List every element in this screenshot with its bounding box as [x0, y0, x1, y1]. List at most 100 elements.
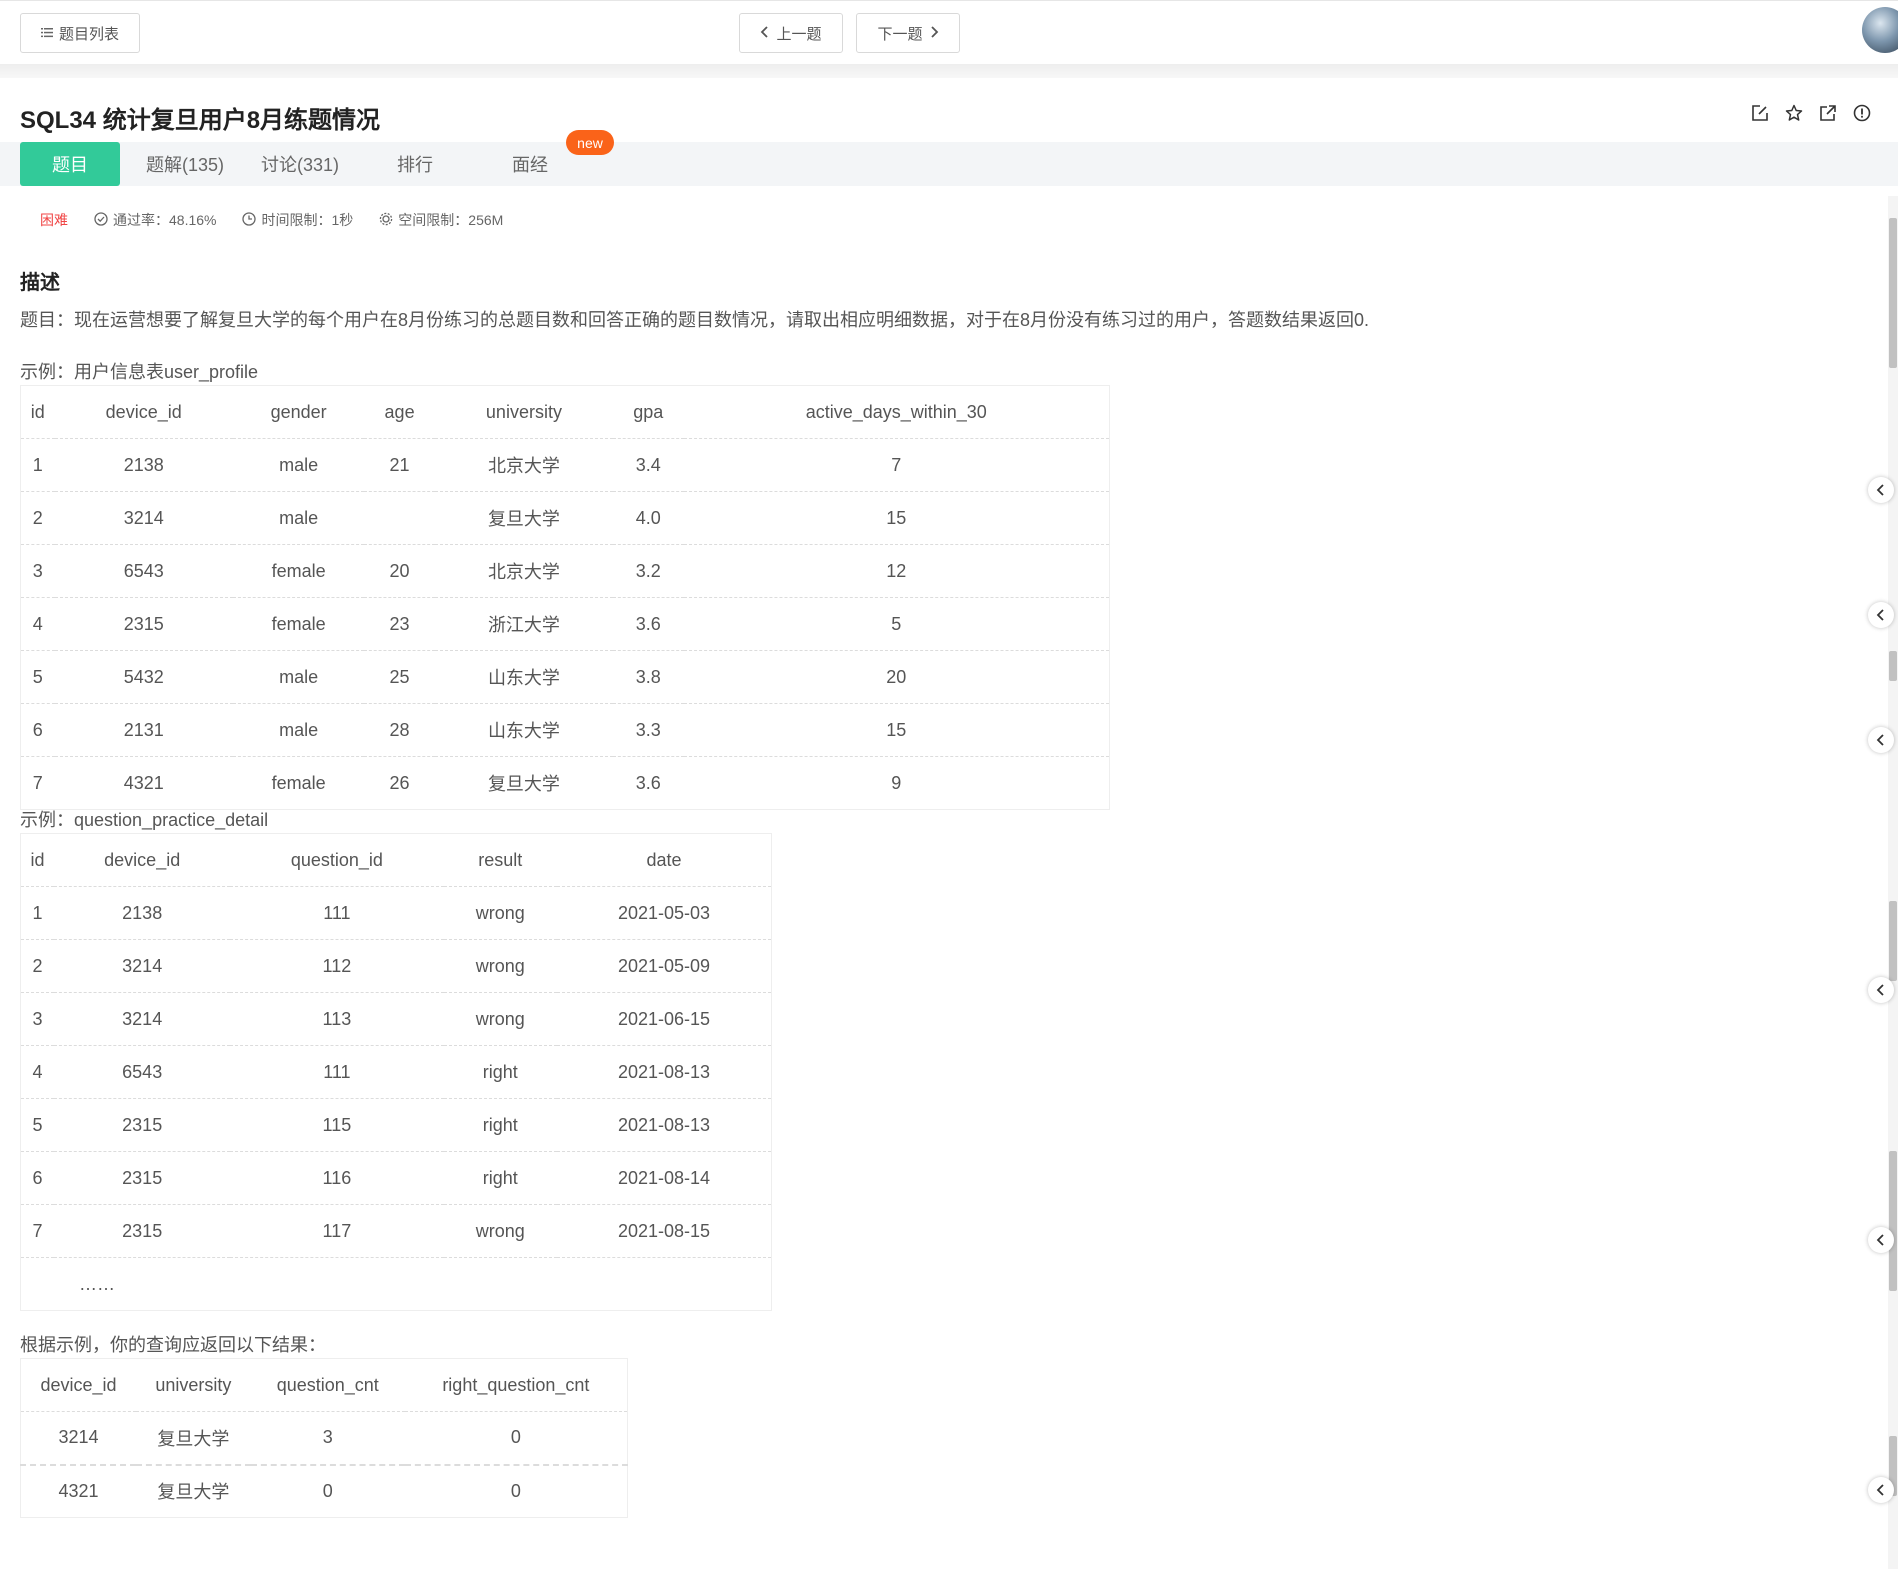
page-title: SQL34 统计复旦用户8月练题情况 — [20, 107, 381, 134]
table-cell: 23 — [389, 613, 410, 634]
table-cell: 2021-08-15 — [617, 1220, 711, 1241]
table-cell: 2021-06-15 — [617, 1008, 711, 1029]
tab-ranking[interactable]: 排行 — [375, 142, 455, 186]
next-problem-button[interactable]: 下一题 — [856, 13, 960, 53]
table-cell: 6 — [32, 1167, 43, 1188]
table-cell: 2131 — [123, 719, 164, 740]
collapse-chevron-icon[interactable] — [1868, 1477, 1894, 1503]
table-cell: 4 — [32, 613, 43, 634]
column-header: device_id — [40, 1374, 117, 1395]
table-cell: wrong — [475, 1008, 525, 1029]
table-cell: 4 — [32, 1061, 43, 1082]
tab-interview[interactable]: 面经 — [490, 142, 570, 186]
table-row: 1 2138 111 wrong 2021-05-03 — [20, 887, 772, 940]
chevron-right-icon — [929, 25, 939, 42]
table-row: 4321 复旦大学 0 0 — [20, 1465, 628, 1518]
table-cell: 116 — [322, 1167, 352, 1188]
table-cell: 复旦大学 — [487, 509, 560, 529]
table-cell: 3.8 — [635, 666, 661, 687]
table-header-row: device_id university question_cnt right_… — [20, 1359, 628, 1412]
table-cell: 111 — [323, 902, 351, 923]
table-cell: 113 — [322, 1008, 352, 1029]
description-text: 题目：现在运营想要了解复旦大学的每个用户在8月份练习的总题目数和回答正确的题目数… — [20, 310, 1370, 330]
table3-caption: 根据示例，你的查询应返回以下结果： — [20, 1335, 326, 1355]
table-cell: 3.2 — [635, 560, 661, 581]
next-problem-label: 下一题 — [877, 25, 923, 43]
table-cell: 7 — [32, 772, 43, 793]
table-cell: female — [271, 560, 326, 581]
table-cell: 25 — [389, 666, 410, 687]
tab-discussion[interactable]: 讨论(331) — [245, 142, 355, 186]
table-cell: 5 — [891, 613, 902, 634]
column-header: question_cnt — [276, 1374, 379, 1395]
scrollbar-thumb[interactable] — [1889, 651, 1897, 681]
table-header-row: id device_id gender age university gpa a… — [20, 386, 1110, 439]
collapse-chevron-icon[interactable] — [1868, 477, 1894, 503]
collapse-chevron-icon[interactable] — [1868, 727, 1894, 753]
table-cell: 0 — [510, 1427, 521, 1448]
table-cell: 2315 — [122, 1114, 163, 1135]
scrollbar[interactable] — [1888, 196, 1898, 1569]
column-header: device_id — [104, 849, 181, 870]
table-cell: wrong — [475, 1220, 525, 1241]
scrollbar-thumb[interactable] — [1889, 901, 1897, 981]
table-cell: 5 — [32, 666, 43, 687]
table-cell: female — [271, 613, 326, 634]
table-row-ellipsis: …… — [20, 1258, 772, 1311]
prev-problem-button[interactable]: 上一题 — [739, 13, 843, 53]
table-cell: male — [279, 507, 319, 528]
tab-problem[interactable]: 题目 — [20, 142, 120, 186]
table-cell: 2 — [32, 507, 43, 528]
column-header: device_id — [105, 401, 182, 422]
user-profile-table: id device_id gender age university gpa a… — [20, 385, 1110, 810]
table-cell: 北京大学 — [487, 562, 560, 582]
table-row: 2 3214 112 wrong 2021-05-09 — [20, 940, 772, 993]
table-cell: wrong — [475, 902, 525, 923]
table-cell: 3.6 — [635, 613, 661, 634]
table-cell: 2021-08-13 — [617, 1114, 711, 1135]
tab-solutions[interactable]: 题解(135) — [130, 142, 240, 186]
table-cell: 复旦大学 — [157, 1428, 230, 1449]
table-cell: right — [482, 1061, 518, 1082]
edit-icon[interactable] — [1750, 103, 1770, 123]
table-cell: 6 — [32, 719, 43, 740]
top-bar: 题目列表 上一题 下一题 — [0, 0, 1898, 64]
problem-list-button[interactable]: 题目列表 — [20, 13, 140, 53]
column-header: age — [384, 401, 415, 422]
report-icon[interactable] — [1852, 103, 1872, 123]
table-cell: 4.0 — [635, 507, 661, 528]
scrollbar-thumb[interactable] — [1889, 1151, 1897, 1291]
table-cell: 1 — [32, 902, 43, 923]
collapse-chevron-icon[interactable] — [1868, 977, 1894, 1003]
column-header: question_id — [290, 849, 383, 870]
table-cell: right — [482, 1167, 518, 1188]
column-header: right_question_cnt — [442, 1374, 590, 1395]
table-cell: 2021-08-13 — [617, 1061, 711, 1082]
space-limit: 空间限制：256M — [379, 210, 503, 230]
avatar[interactable] — [1862, 7, 1898, 53]
table-cell: 3214 — [58, 1427, 99, 1448]
table-cell: 2138 — [122, 902, 163, 923]
table-cell: 5432 — [123, 666, 164, 687]
table-row: 3 6543 female 20 北京大学 3.2 12 — [20, 545, 1110, 598]
prev-problem-label: 上一题 — [776, 25, 822, 43]
table-row: 5 5432 male 25 山东大学 3.8 20 — [20, 651, 1110, 704]
table-cell: 28 — [389, 719, 410, 740]
table-cell: 山东大学 — [487, 721, 560, 741]
table-cell: 复旦大学 — [157, 1482, 230, 1503]
scrollbar-thumb[interactable] — [1889, 218, 1897, 368]
table-cell: 0 — [322, 1480, 333, 1501]
table-cell: 9 — [891, 772, 902, 793]
share-icon[interactable] — [1818, 103, 1838, 123]
collapse-chevron-icon[interactable] — [1868, 602, 1894, 628]
collapse-chevron-icon[interactable] — [1868, 1227, 1894, 1253]
table-cell: 21 — [389, 454, 410, 475]
column-header: id — [30, 849, 45, 870]
check-circle-icon — [94, 211, 108, 229]
table-row: 4 2315 female 23 浙江大学 3.6 5 — [20, 598, 1110, 651]
table-cell: 111 — [323, 1061, 351, 1082]
column-header: gender — [270, 401, 327, 422]
star-icon[interactable] — [1784, 103, 1804, 123]
new-badge: new — [566, 130, 614, 155]
table2-caption: 示例：question_practice_detail — [20, 810, 269, 830]
